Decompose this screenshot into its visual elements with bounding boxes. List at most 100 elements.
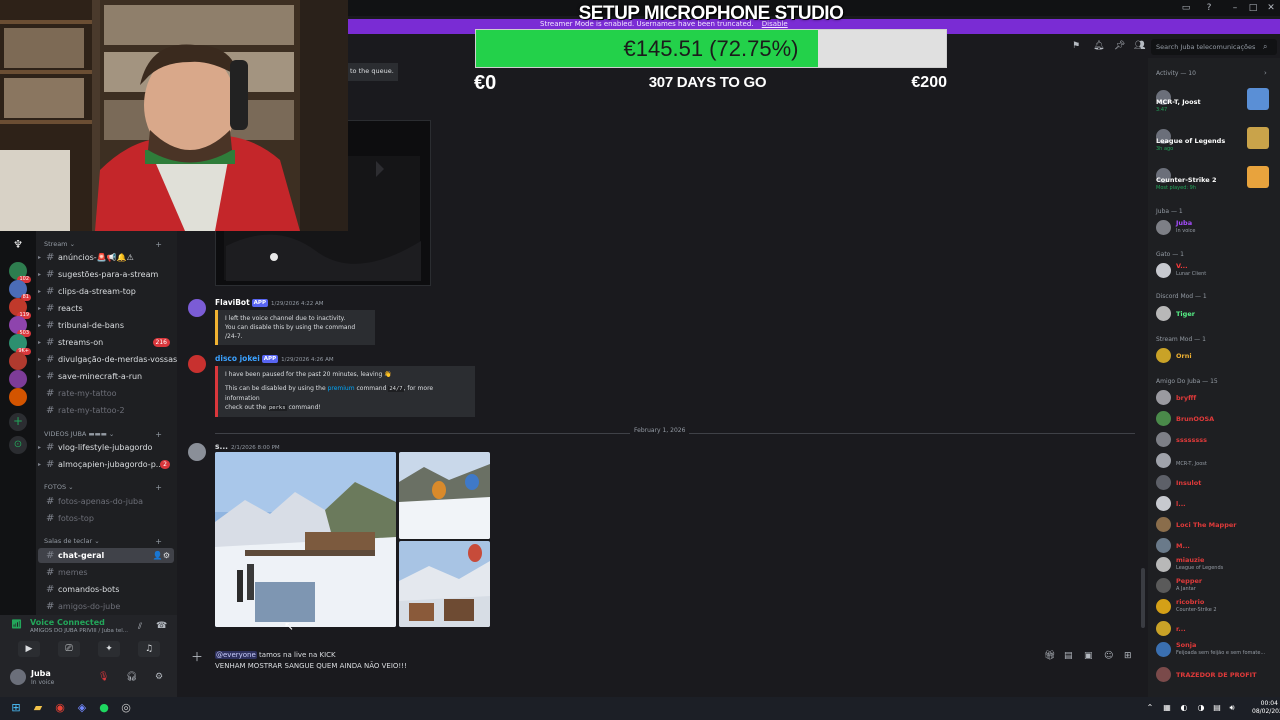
- author-name[interactable]: s...: [215, 442, 228, 451]
- channel-expand-icon[interactable]: ▸: [38, 250, 41, 265]
- channel-settings-icon[interactable]: 👤⚙: [153, 548, 170, 563]
- snow-photo-balloon[interactable]: [399, 452, 490, 539]
- gift-icon[interactable]: 🎁︎: [1044, 651, 1055, 661]
- channel-item[interactable]: ▸ # reacts: [38, 301, 174, 316]
- user-name[interactable]: Juba: [31, 669, 51, 678]
- member-name[interactable]: l...: [1176, 500, 1186, 508]
- channel-item[interactable]: ▸ # clips-da-stream-top: [38, 284, 174, 299]
- composer-text-line2[interactable]: VENHAM MOSTRAR SANGUE QUEM AINDA NÃO VEI…: [215, 662, 407, 670]
- threads-icon[interactable]: ⚑: [1072, 41, 1080, 51]
- server-icon[interactable]: 102: [9, 262, 31, 283]
- member-avatar[interactable]: [1156, 263, 1171, 278]
- settings-gear-icon[interactable]: ⚙: [155, 672, 163, 682]
- windows-start-icon[interactable]: ⊞: [9, 701, 23, 715]
- member-avatar[interactable]: [1156, 220, 1171, 235]
- channel-item[interactable]: ▸ # sugestões-para-a-stream: [38, 267, 174, 282]
- channel-expand-icon[interactable]: ▸: [38, 457, 41, 472]
- gif-icon[interactable]: ▤: [1064, 651, 1073, 661]
- member-name[interactable]: r...: [1176, 625, 1186, 633]
- member-avatar[interactable]: [1156, 390, 1171, 405]
- category-salas-de-teclar[interactable]: Salas de teclar ⌄ +: [44, 537, 170, 546]
- channel-item[interactable]: # rate-my-tattoo-2: [38, 403, 174, 418]
- discord-taskbar-icon[interactable]: ◈: [75, 701, 89, 715]
- channel-item[interactable]: # chat-geral 👤⚙: [38, 548, 174, 563]
- member-name[interactable]: ricobrio: [1176, 598, 1204, 606]
- server-icon[interactable]: [9, 370, 27, 388]
- snow-photo-main[interactable]: [215, 452, 396, 627]
- member-name[interactable]: Sonja: [1176, 641, 1196, 649]
- channel-expand-icon[interactable]: ▸: [38, 335, 41, 350]
- channel-expand-icon[interactable]: ▸: [38, 440, 41, 455]
- member-avatar[interactable]: [1156, 432, 1171, 447]
- member-avatar[interactable]: [1156, 599, 1171, 614]
- category-stream[interactable]: Stream ⌄ +: [44, 240, 170, 249]
- channel-item[interactable]: # rate-my-tattoo: [38, 386, 174, 401]
- member-avatar[interactable]: [1156, 667, 1171, 682]
- member-name[interactable]: Juba: [1176, 219, 1192, 227]
- voice-connected-label[interactable]: Voice Connected: [30, 618, 105, 627]
- apps-icon[interactable]: ⊞: [1124, 651, 1132, 661]
- member-name[interactable]: Orni: [1176, 352, 1192, 360]
- channel-expand-icon[interactable]: ▸: [38, 369, 41, 384]
- activity-name[interactable]: MCR-T, Joost: [1156, 98, 1201, 106]
- channel-item[interactable]: ▸ # tribunal-de-bans: [38, 318, 174, 333]
- member-avatar[interactable]: [1156, 475, 1171, 490]
- activity-game-thumb[interactable]: [1247, 88, 1269, 110]
- member-name[interactable]: Insulot: [1176, 479, 1201, 487]
- channel-expand-icon[interactable]: ▸: [38, 267, 41, 282]
- add-channel-icon[interactable]: +: [155, 483, 162, 492]
- channel-item[interactable]: # comandos-bots: [38, 582, 174, 597]
- member-avatar[interactable]: [1156, 306, 1171, 321]
- activity-game-thumb[interactable]: [1247, 127, 1269, 149]
- channel-item[interactable]: # fotos-top: [38, 511, 174, 526]
- tray-app-icon[interactable]: ◐: [1177, 701, 1191, 715]
- activities-button[interactable]: ✦: [98, 641, 120, 657]
- category-videos-juba[interactable]: VIDEOS JUBA ▬▬▬ ⌄ +: [44, 430, 170, 439]
- add-channel-icon[interactable]: +: [155, 537, 162, 546]
- category-fotos[interactable]: FOTOS ⌄ +: [44, 483, 170, 492]
- member-name[interactable]: Tiger: [1176, 310, 1195, 318]
- user-avatar[interactable]: [188, 443, 206, 461]
- soundboard-button[interactable]: ♫: [138, 641, 160, 657]
- member-avatar[interactable]: [1156, 517, 1171, 532]
- emoji-icon[interactable]: ☺: [1104, 651, 1113, 661]
- server-icon[interactable]: [9, 388, 27, 406]
- member-name[interactable]: M...: [1176, 542, 1190, 550]
- add-attachment-button[interactable]: ＋: [191, 648, 203, 665]
- channel-expand-icon[interactable]: ▸: [38, 352, 41, 367]
- user-avatar[interactable]: [10, 669, 26, 685]
- member-list-icon[interactable]: 👥︎: [1134, 41, 1145, 51]
- member-avatar[interactable]: [1156, 411, 1171, 426]
- sticker-icon[interactable]: ▣: [1084, 651, 1093, 661]
- server-icon[interactable]: 81: [9, 280, 31, 301]
- channel-expand-icon[interactable]: ▸: [38, 284, 41, 299]
- discover-icon[interactable]: ⊙: [9, 436, 27, 454]
- member-name[interactable]: Loci The Mapper: [1176, 521, 1236, 529]
- premium-link[interactable]: premium: [328, 385, 355, 392]
- member-name[interactable]: BrunOOSA: [1176, 415, 1214, 423]
- taskbar-clock[interactable]: 00:04 08/02/2026: [1252, 700, 1280, 716]
- noise-suppression-icon[interactable]: ⫽: [138, 622, 142, 632]
- add-channel-icon[interactable]: +: [155, 430, 162, 439]
- message-author-disco-jokei[interactable]: disco jokei APP 1/29/2026 4:26 AM: [215, 354, 334, 363]
- minimize-icon[interactable]: –: [1226, 1, 1244, 15]
- camera-button[interactable]: ▶: [18, 641, 40, 657]
- network-icon[interactable]: ▤: [1210, 701, 1224, 715]
- member-name[interactable]: TRAZEDOR DE PROFIT: [1176, 671, 1257, 679]
- flavibot-avatar[interactable]: [188, 299, 206, 317]
- message-author-flavibot[interactable]: FlaviBot APP 1/29/2026 4:22 AM: [215, 298, 324, 307]
- help-icon[interactable]: ?: [1200, 1, 1218, 15]
- member-name[interactable]: V...: [1176, 262, 1188, 270]
- channel-item[interactable]: ▸ # streams-on 216: [38, 335, 174, 350]
- channel-expand-icon[interactable]: ▸: [38, 318, 41, 333]
- tray-chevron-icon[interactable]: ⌃: [1143, 701, 1157, 715]
- message-author[interactable]: s... 2/1/2026 8:00 PM: [215, 442, 280, 451]
- snow-photo-village[interactable]: [399, 541, 490, 627]
- mute-icon[interactable]: 🎙︎: [98, 672, 109, 682]
- channel-item[interactable]: ▸ # divulgação-de-merdas-vossas: [38, 352, 177, 367]
- headphones-icon[interactable]: 🎧︎: [126, 672, 137, 682]
- channel-item[interactable]: # fotos-apenas-do-juba: [38, 494, 174, 509]
- volume-icon[interactable]: 🔊︎: [1225, 701, 1239, 715]
- channel-item[interactable]: ▸ # vlog-lifestyle-jubagordo: [38, 440, 174, 455]
- server-icon[interactable]: 503: [9, 316, 31, 337]
